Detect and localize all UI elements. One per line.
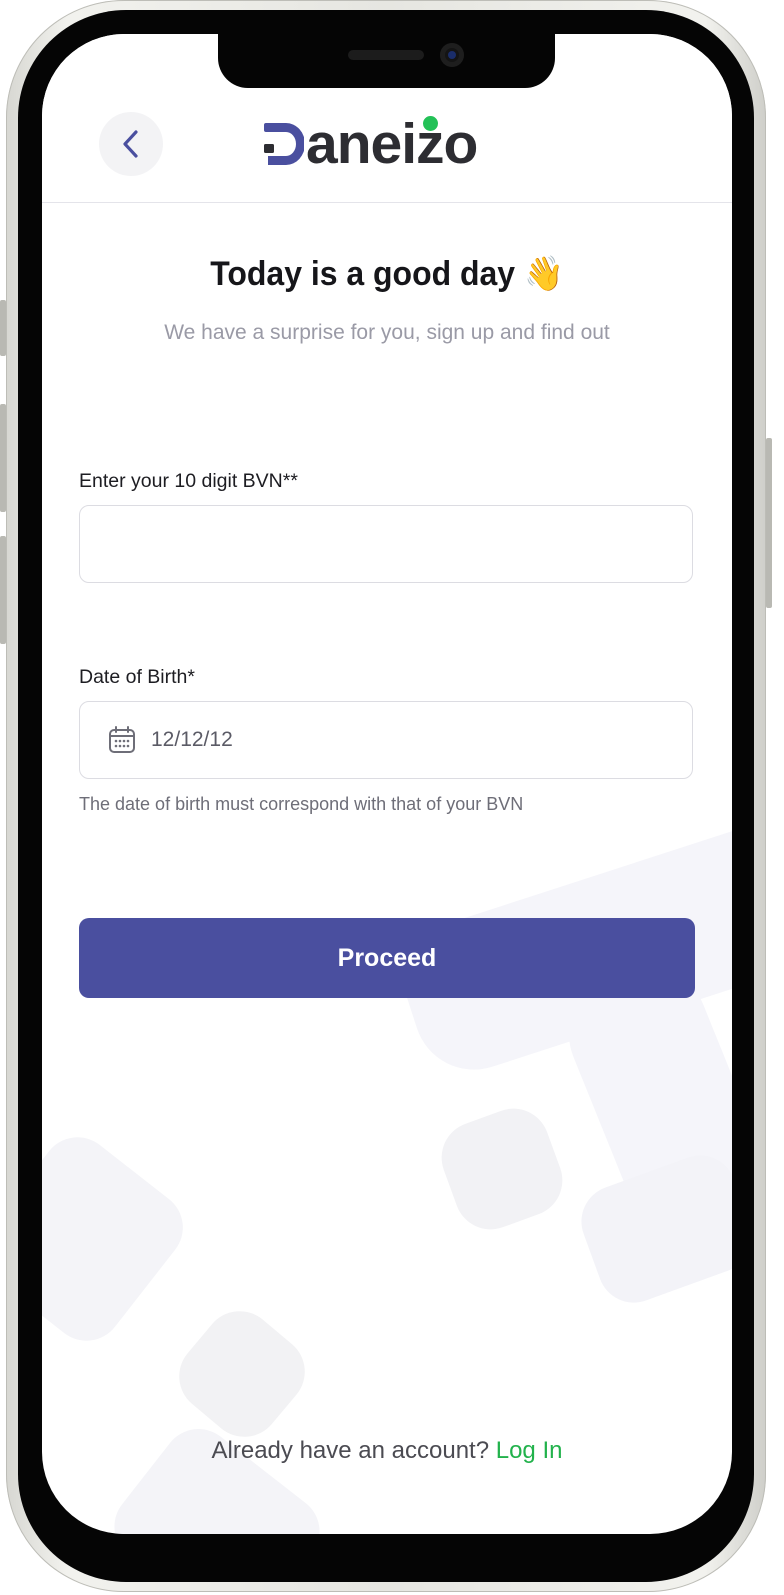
dob-hint: The date of birth must correspond with t… xyxy=(79,794,524,814)
bvn-label: Enter your 10 digit BVN** xyxy=(79,470,298,492)
logo-wordmark: aneizo xyxy=(306,111,478,176)
bvn-input[interactable] xyxy=(80,506,692,582)
dob-label: Date of Birth* xyxy=(79,666,195,688)
login-prompt-text: Already have an account? xyxy=(211,1437,490,1464)
app-screen: aneizo Today is a good day 👋 We have a s… xyxy=(42,34,732,1534)
waving-hand-icon: 👋 xyxy=(523,255,564,293)
speaker-grille xyxy=(348,50,424,60)
login-link[interactable]: Log In xyxy=(496,1437,563,1464)
title-text: Today is a good day xyxy=(210,255,516,293)
proceed-button[interactable]: Proceed xyxy=(79,918,695,998)
logo-green-dot xyxy=(423,116,438,131)
background-watermark xyxy=(42,1122,198,1356)
background-watermark xyxy=(571,1145,732,1313)
dob-field-wrapper xyxy=(79,701,693,779)
background-watermark xyxy=(431,1098,573,1240)
background-watermark xyxy=(99,1414,335,1534)
login-prompt: Already have an account? Log In xyxy=(42,1437,732,1465)
back-button[interactable] xyxy=(99,112,163,176)
page-subtitle: We have a surprise for you, sign up and … xyxy=(164,321,610,344)
chevron-left-icon xyxy=(123,130,138,158)
calendar-icon[interactable] xyxy=(107,725,137,755)
page-title: Today is a good day 👋 xyxy=(63,254,712,294)
front-camera-icon xyxy=(440,43,464,67)
bvn-field-wrapper xyxy=(79,505,693,583)
background-watermark xyxy=(164,1296,320,1452)
phone-notch xyxy=(218,34,555,88)
phone-power-button xyxy=(766,438,772,608)
dob-input[interactable] xyxy=(137,702,692,778)
logo-d-mark-icon xyxy=(264,123,304,165)
daneizo-logo: aneizo xyxy=(264,111,478,176)
